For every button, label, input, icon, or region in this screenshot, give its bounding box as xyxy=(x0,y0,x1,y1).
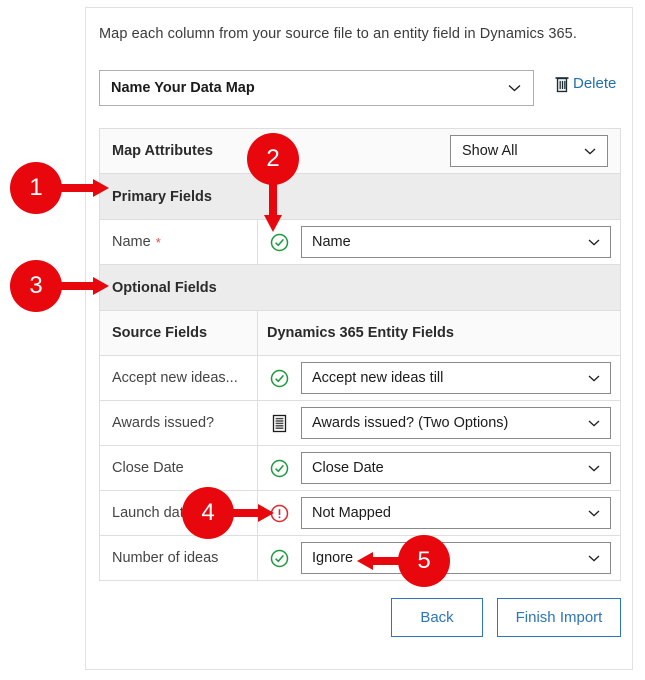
back-button[interactable]: Back xyxy=(391,597,483,637)
source-field-label: Name xyxy=(112,234,151,250)
status-cell xyxy=(258,401,301,445)
map-name-select[interactable]: Name Your Data Map xyxy=(99,70,534,106)
source-field-cell: Accept new ideas... xyxy=(100,356,258,400)
map-name-row: Name Your Data Map Delete xyxy=(99,70,621,106)
target-cell: Name xyxy=(301,220,620,264)
delete-label: Delete xyxy=(573,75,617,92)
footer-actions: Back Finish Import xyxy=(99,597,621,637)
delete-map-button[interactable]: Delete xyxy=(554,74,616,93)
status-cell xyxy=(258,356,301,400)
target-field-select[interactable]: Name xyxy=(301,226,611,258)
target-field-select[interactable]: Accept new ideas till xyxy=(301,362,611,394)
target-field-value: Name xyxy=(312,234,351,250)
target-field-value: Accept new ideas till xyxy=(312,370,444,386)
callout-1-arrow xyxy=(57,179,109,197)
status-cell xyxy=(258,446,301,490)
chevron-down-icon xyxy=(588,414,600,432)
table-row: Close Date Close Date xyxy=(100,446,620,491)
source-field-label: Awards issued? xyxy=(112,415,215,431)
callout-badge-2: 2 xyxy=(247,133,299,185)
check-circle-icon xyxy=(270,549,289,568)
target-cell: Close Date xyxy=(301,446,620,490)
section-optional-fields: Optional Fields xyxy=(100,265,620,311)
source-field-label: Accept new ideas... xyxy=(112,370,238,386)
target-field-select[interactable]: Close Date xyxy=(301,452,611,484)
target-field-select[interactable]: Not Mapped xyxy=(301,497,611,529)
column-header-target: Dynamics 365 Entity Fields xyxy=(267,325,454,341)
section-primary-fields-label: Primary Fields xyxy=(112,188,212,205)
trash-icon xyxy=(554,74,571,93)
source-field-cell: Close Date xyxy=(100,446,258,490)
source-field-label: Launch date xyxy=(112,505,192,521)
chevron-down-icon xyxy=(588,233,600,251)
check-circle-icon xyxy=(270,369,289,388)
list-document-icon xyxy=(271,414,288,433)
target-field-value: Ignore xyxy=(312,550,354,566)
section-primary-fields: Primary Fields xyxy=(100,174,620,220)
table-column-headers: Source Fields Dynamics 365 Entity Fields xyxy=(100,311,620,356)
callout-badge-4: 4 xyxy=(182,487,234,539)
map-attributes-table: Map Attributes Show All Primary Fields N… xyxy=(99,128,621,581)
status-cell xyxy=(258,536,301,580)
source-field-cell: Number of ideas xyxy=(100,536,258,580)
instruction-text: Map each column from your source file to… xyxy=(99,26,577,42)
table-row: Awards issued? Awards issued? (Two Optio… xyxy=(100,401,620,446)
chevron-down-icon xyxy=(588,504,600,522)
target-cell: Accept new ideas till xyxy=(301,356,620,400)
callout-5-arrow xyxy=(355,552,403,570)
target-cell: Awards issued? (Two Options) xyxy=(301,401,620,445)
target-field-value: Awards issued? (Two Options) xyxy=(312,415,509,431)
chevron-down-icon xyxy=(584,142,596,160)
check-circle-icon xyxy=(270,459,289,478)
target-field-select[interactable]: Awards issued? (Two Options) xyxy=(301,407,611,439)
callout-3-arrow xyxy=(57,277,109,295)
chevron-down-icon xyxy=(588,549,600,567)
table-row: Launch date Not Mapped xyxy=(100,491,620,536)
callout-badge-1: 1 xyxy=(10,162,62,214)
source-field-cell: Awards issued? xyxy=(100,401,258,445)
show-all-filter-select[interactable]: Show All xyxy=(450,135,608,167)
required-asterisk: * xyxy=(155,234,161,250)
target-field-select[interactable]: Ignore xyxy=(301,542,611,574)
target-cell: Not Mapped xyxy=(301,491,620,535)
callout-badge-5: 5 xyxy=(398,535,450,587)
section-optional-fields-label: Optional Fields xyxy=(112,279,217,296)
source-field-cell: Name * xyxy=(100,220,258,264)
finish-import-button[interactable]: Finish Import xyxy=(497,597,621,637)
table-row-name: Name * Name xyxy=(100,220,620,265)
chevron-down-icon xyxy=(588,369,600,387)
callout-4-arrow xyxy=(228,504,274,522)
table-row: Accept new ideas... Accept new ideas til… xyxy=(100,356,620,401)
show-all-value: Show All xyxy=(462,143,518,159)
source-field-label: Number of ideas xyxy=(112,550,219,566)
target-cell: Ignore xyxy=(301,536,620,580)
chevron-down-icon xyxy=(588,459,600,477)
target-field-value: Not Mapped xyxy=(312,505,391,521)
target-field-value: Close Date xyxy=(312,460,384,476)
data-map-panel: Map each column from your source file to… xyxy=(85,7,633,670)
map-attributes-header-row: Map Attributes Show All xyxy=(100,128,620,174)
source-field-label: Close Date xyxy=(112,460,184,476)
check-circle-icon xyxy=(270,233,289,252)
chevron-down-icon xyxy=(508,85,521,92)
map-attributes-label: Map Attributes xyxy=(112,143,213,159)
column-header-source: Source Fields xyxy=(100,311,258,355)
map-name-value: Name Your Data Map xyxy=(111,80,255,96)
callout-badge-3: 3 xyxy=(10,260,62,312)
